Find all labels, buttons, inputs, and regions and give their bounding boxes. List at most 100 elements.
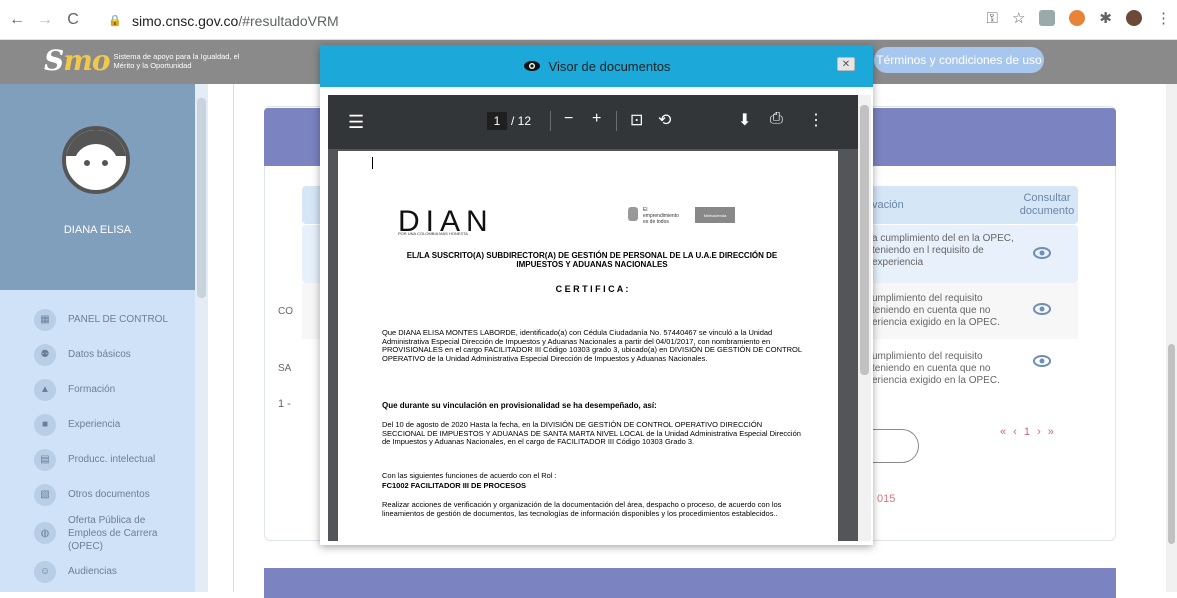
modal-scroll-thumb[interactable] bbox=[860, 105, 869, 375]
doc-heading: EL/LA SUSCRITO(A) SUBDIRECTOR(A) DE GEST… bbox=[406, 251, 778, 269]
sidebar-item-label: Audiencias bbox=[68, 566, 117, 577]
sidebar-item-audiencias[interactable]: ☺ Audiencias bbox=[0, 554, 195, 589]
profile-avatar-icon[interactable] bbox=[1126, 10, 1142, 26]
view-document-eye-icon[interactable] bbox=[1033, 247, 1051, 259]
logo-mark-text: mo bbox=[63, 44, 110, 77]
th-consult-document: Consultar documento bbox=[1019, 192, 1075, 217]
th-observation: vación bbox=[872, 199, 904, 211]
cell-left: CO bbox=[278, 306, 293, 317]
sidebar-scroll-thumb[interactable] bbox=[197, 98, 206, 298]
fit-page-icon[interactable]: ⊡ bbox=[630, 110, 643, 130]
modal-scrollbar[interactable] bbox=[858, 95, 871, 541]
pdf-viewer: ☰ 1 / 12 − + ⊡ ⟲ ⬇ ⎙ ⋮ DIAN POR UNA COLO… bbox=[328, 95, 866, 541]
url-host: simo.cnsc.gov.co bbox=[132, 13, 239, 29]
doc-paragraph-5: FC1002 FACILITADOR III DE PROCESOS bbox=[382, 481, 527, 490]
fire-extension-icon[interactable] bbox=[1069, 10, 1086, 26]
seal-text: El emprendimiento es de todos bbox=[643, 207, 679, 225]
menu-dots-icon[interactable]: ⋮ bbox=[1156, 9, 1171, 27]
sidebar-item-label: Oferta Pública de Empleos de Carrera (OP… bbox=[68, 514, 158, 552]
sidebar-item-label: PANEL DE CONTROL bbox=[68, 314, 169, 325]
sidebar-scrollbar[interactable] bbox=[195, 84, 208, 592]
book-icon: ▤ bbox=[34, 448, 56, 471]
pager-summary: 1 - bbox=[278, 398, 291, 410]
graduation-icon: ▲ bbox=[34, 378, 56, 401]
star-icon[interactable]: ☆ bbox=[1012, 9, 1025, 27]
cell-observation: a cumplimiento del en la OPEC, teniendo … bbox=[872, 233, 1014, 268]
zoom-out-icon[interactable]: − bbox=[564, 110, 573, 128]
sidebar-item-label: Formación bbox=[68, 384, 116, 395]
print-icon[interactable]: ⎙ bbox=[770, 110, 783, 128]
logo-s: S bbox=[44, 44, 64, 77]
url-path: /#resultadoVRM bbox=[238, 13, 339, 29]
audience-icon: ☺ bbox=[34, 560, 56, 583]
key-icon[interactable]: ⚿ bbox=[987, 10, 998, 27]
logo-text: Sistema de apoyo para la Igualdad, el Mé… bbox=[113, 51, 240, 70]
document-viewer-modal: Visor de documentos ✕ ☰ 1 / 12 − + ⊡ ⟲ ⬇… bbox=[320, 45, 873, 545]
sidebar-item-panel-de-control[interactable]: ▦ PANEL DE CONTROL bbox=[0, 302, 195, 337]
sidebar: DIANA ELISA ▦ PANEL DE CONTROL ⚉ Datos bás… bbox=[0, 84, 208, 592]
simo-logo[interactable]: Smo Sistema de apoyo para la Igualdad, e… bbox=[44, 44, 254, 77]
sidebar-item-label: Experiencia bbox=[68, 419, 121, 430]
avatar bbox=[62, 126, 130, 194]
view-document-eye-icon[interactable] bbox=[1033, 355, 1051, 367]
search-field[interactable] bbox=[873, 429, 919, 463]
reload-button[interactable]: C bbox=[62, 9, 84, 31]
globe-icon: ◍ bbox=[34, 522, 56, 544]
modal-title: Visor de documentos bbox=[548, 58, 671, 74]
doc-paragraph-4: Con las siguientes funciones de acuerdo … bbox=[382, 471, 557, 480]
zoom-in-icon[interactable]: + bbox=[592, 110, 601, 128]
view-document-eye-icon[interactable] bbox=[1033, 303, 1051, 315]
terms-button[interactable]: Términos y condiciones de uso bbox=[874, 47, 1044, 73]
puzzle-icon[interactable]: ✱ bbox=[1099, 9, 1112, 27]
colombia-seal-icon bbox=[628, 207, 638, 221]
sidebar-item-datos-basicos[interactable]: ⚉ Datos básicos bbox=[0, 337, 195, 372]
sidebar-item-producc-intelectual[interactable]: ▤ Producc. intelectual bbox=[0, 442, 195, 477]
pagination[interactable]: « ‹ 1 › » bbox=[1000, 426, 1056, 438]
cell-observation: umplimiento del requisito teniendo en cu… bbox=[872, 293, 1000, 328]
rotate-icon[interactable]: ⟲ bbox=[658, 110, 671, 130]
sidebar-item-experiencia[interactable]: ■ Experiencia bbox=[0, 407, 195, 442]
avatar-right-eye bbox=[102, 160, 108, 166]
red-note: 015 bbox=[877, 493, 896, 505]
toolbar-separator bbox=[550, 111, 551, 131]
sidebar-item-otros-documentos[interactable]: ▧ Otros documentos bbox=[0, 477, 195, 512]
text-cursor bbox=[372, 157, 373, 169]
username: DIANA ELISA bbox=[63, 224, 132, 236]
forward-button[interactable]: → bbox=[34, 9, 56, 31]
hamburger-menu-icon[interactable]: ☰ bbox=[348, 112, 364, 133]
more-options-icon[interactable]: ⋮ bbox=[808, 110, 824, 130]
briefcase-icon: ■ bbox=[34, 413, 56, 436]
download-icon[interactable]: ⬇ bbox=[738, 110, 751, 130]
pdf-toolbar: ☰ 1 / 12 − + ⊡ ⟲ ⬇ ⎙ ⋮ bbox=[328, 95, 866, 149]
document-icon: ▧ bbox=[34, 483, 56, 506]
close-button[interactable]: ✕ bbox=[837, 57, 855, 71]
avatar-left-eye bbox=[84, 160, 90, 166]
main-divider bbox=[233, 84, 234, 592]
eye-icon bbox=[523, 61, 540, 71]
page-scrollbar[interactable] bbox=[1166, 84, 1177, 592]
sidebar-item-label: Datos básicos bbox=[68, 349, 131, 360]
logo-mark: Smo bbox=[44, 44, 111, 77]
toolbar-separator bbox=[616, 111, 617, 131]
sidebar-item-formacion[interactable]: ▲ Formación bbox=[0, 372, 195, 407]
profile-panel: DIANA ELISA bbox=[0, 84, 195, 290]
page-number-input[interactable]: 1 bbox=[487, 112, 507, 130]
avatar-face bbox=[74, 144, 118, 184]
address-bar[interactable]: 🔒 simo.cnsc.gov.co/#resultadoVRM bbox=[108, 9, 953, 33]
pdf-page: DIAN POR UNA COLOMBIA MÁS HONESTA El emp… bbox=[338, 151, 838, 541]
doc-paragraph-2: Que durante su vinculación en provisiona… bbox=[382, 401, 657, 410]
sidebar-item-opec[interactable]: ◍ Oferta Pública de Empleos de Carrera (O… bbox=[0, 512, 195, 554]
page-scroll-thumb[interactable] bbox=[1168, 344, 1175, 544]
section-header bbox=[264, 568, 1116, 598]
people-icon: ⚉ bbox=[34, 343, 56, 366]
back-button[interactable]: ← bbox=[6, 9, 28, 31]
extension-icon[interactable] bbox=[1039, 10, 1056, 26]
page-total: / 12 bbox=[511, 114, 532, 128]
lock-icon: 🔒 bbox=[108, 15, 122, 27]
cell-observation: umplimiento del requisito teniendo en cu… bbox=[872, 351, 1000, 386]
modal-header: Visor de documentos ✕ bbox=[320, 45, 873, 87]
dian-slogan: POR UNA COLOMBIA MÁS HONESTA bbox=[398, 231, 468, 236]
doc-paragraph-1: Que DIANA ELISA MONTES LABORDE, identifi… bbox=[382, 328, 802, 363]
doc-paragraph-6: Realizar acciones de verificación y orga… bbox=[382, 500, 782, 518]
sidebar-item-label: Producc. intelectual bbox=[68, 454, 156, 465]
